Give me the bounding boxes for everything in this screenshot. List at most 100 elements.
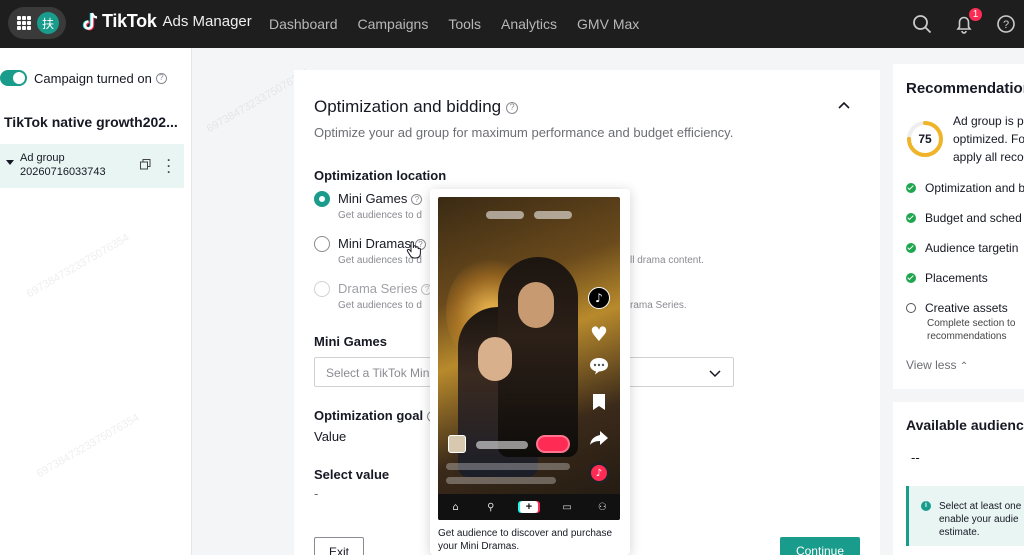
nav-gmv-max[interactable]: GMV Max	[577, 16, 639, 32]
preview-text-pill	[446, 463, 570, 470]
more-options-icon[interactable]: · · ·	[167, 154, 171, 178]
nav-tools[interactable]: Tools	[448, 16, 481, 32]
check-circle-icon	[906, 273, 916, 283]
check-circle-icon	[906, 243, 916, 253]
optimization-goal-label: Optimization goal?	[314, 408, 439, 423]
help-icon[interactable]: ?	[506, 101, 519, 114]
recommendation-panel: Recommendation 75 Ad group is p optimize…	[893, 64, 1024, 389]
help-icon[interactable]: ?	[411, 194, 423, 206]
adgroup-item[interactable]: Ad group 20260716033743 · · ·	[0, 144, 184, 188]
chevron-up-icon[interactable]	[838, 100, 850, 112]
select-value-value: -	[314, 486, 319, 501]
audience-info-text: Select at least one enable your audie es…	[939, 501, 1022, 538]
preview-cta-pill	[536, 435, 570, 453]
option-description-tail: rama Series.	[630, 300, 687, 311]
optimization-location-label: Optimization location	[314, 168, 447, 183]
rec-item-placements[interactable]: Placements	[906, 271, 988, 285]
copy-icon[interactable]	[140, 159, 151, 170]
continue-button[interactable]: Continue	[780, 537, 860, 555]
app-switcher-button[interactable]: 扶	[8, 7, 66, 39]
view-less-link[interactable]: View less ⌃	[906, 358, 968, 372]
campaign-status-row: Campaign turned on ?	[0, 70, 167, 86]
bookmark-icon	[588, 391, 610, 413]
audience-info-banner: i Select at least one enable your audie …	[906, 486, 1024, 546]
brand-name: TikTok	[102, 11, 157, 31]
help-icon[interactable]: ?	[996, 14, 1016, 34]
phone-bottom-nav: ⌂ ⚲ + ▭ ⚇	[438, 494, 620, 520]
score-value: 75	[918, 132, 932, 146]
caret-down-icon[interactable]	[6, 160, 14, 165]
inbox-icon: ▭	[562, 501, 572, 513]
optimization-goal-value: Value	[314, 429, 347, 444]
option-description: Get audiences to d	[338, 300, 422, 311]
section-title: Optimization and bidding?	[314, 97, 519, 117]
check-circle-icon	[906, 183, 916, 193]
svg-text:?: ?	[1003, 19, 1009, 31]
hand-cursor-icon	[406, 241, 421, 259]
help-icon[interactable]: ?	[155, 72, 167, 84]
section-title-text: Optimization and bidding	[314, 97, 502, 116]
check-circle-icon	[906, 213, 916, 223]
radio-drama-series[interactable]	[314, 281, 330, 297]
section-description: Optimize your ad group for maximum perfo…	[314, 125, 734, 140]
heart-icon: ♥	[590, 322, 608, 346]
top-navigation-bar: 扶 TikTok Ads Manager Dashboard Campaigns…	[0, 0, 1024, 48]
preview-face-left	[478, 337, 512, 381]
create-icon: +	[519, 501, 538, 513]
brand-subtitle: Ads Manager	[162, 13, 252, 30]
radio-mini-dramas[interactable]	[314, 236, 330, 252]
option-label: Mini Games?	[338, 191, 423, 206]
rec-item-creative[interactable]: Creative assets	[906, 301, 1008, 315]
preview-caption: Get audience to discover and purchase yo…	[438, 528, 612, 552]
preview-top-pill	[534, 211, 572, 219]
preview-face-right	[518, 282, 554, 328]
grid-menu-icon	[17, 16, 31, 30]
recommendation-title: Recommendation	[906, 80, 1024, 97]
tiktok-ads-manager-logo[interactable]: TikTok Ads Manager	[82, 11, 252, 32]
notifications-button[interactable]: 1	[954, 8, 982, 34]
exit-button[interactable]: Exit	[314, 537, 364, 555]
info-icon: i	[921, 501, 931, 511]
nav-analytics[interactable]: Analytics	[501, 16, 557, 32]
nav-campaigns[interactable]: Campaigns	[358, 16, 429, 32]
campaign-toggle[interactable]	[0, 70, 27, 86]
main-nav: Dashboard Campaigns Tools Analytics GMV …	[269, 0, 659, 48]
empty-circle-icon	[906, 303, 916, 313]
chevron-down-icon	[709, 370, 721, 378]
option-description-tail: ll drama content.	[630, 255, 704, 266]
option-description: Get audiences to d	[338, 210, 422, 221]
comment-icon	[588, 355, 610, 377]
ad-preview-popover: ♪ ♥ ♪ ⌂ ⚲ + ▭ ⚇ Get audience to discover…	[430, 189, 630, 555]
recommendation-description: Ad group is p optimized. Fo apply all re…	[953, 114, 1024, 164]
search-icon: ⚲	[487, 501, 495, 513]
available-audience-panel: Available audience -- i Select at least …	[893, 402, 1024, 555]
profile-icon: ⚇	[597, 501, 607, 513]
rec-item-audience[interactable]: Audience targetin	[906, 241, 1018, 255]
music-disc-icon: ♪	[588, 462, 610, 484]
preview-top-pill	[486, 211, 524, 219]
campaign-sidebar: Campaign turned on ? TikTok native growt…	[0, 48, 192, 555]
select-placeholder: Select a TikTok Min	[326, 366, 430, 380]
rec-item-creative-sub: Complete section to recommendations	[927, 318, 1016, 342]
share-icon	[588, 427, 610, 449]
rec-item-budget[interactable]: Budget and sched	[906, 211, 1022, 225]
creator-avatar	[448, 435, 466, 453]
campaign-toggle-label: Campaign turned on	[34, 70, 152, 86]
nav-dashboard[interactable]: Dashboard	[269, 16, 338, 32]
rec-item-optimization[interactable]: Optimization and b	[906, 181, 1024, 195]
campaign-name[interactable]: TikTok native growth202...	[4, 114, 178, 130]
top-actions: 1 ?	[890, 0, 1024, 48]
radio-mini-games[interactable]	[314, 191, 330, 207]
account-avatar[interactable]: 扶	[37, 12, 59, 34]
option-label: Drama Series?	[338, 281, 433, 296]
available-audience-title: Available audience	[906, 417, 1024, 433]
select-value-label: Select value	[314, 467, 390, 482]
audience-value: --	[911, 450, 920, 465]
preview-text-pill	[446, 477, 556, 484]
search-icon[interactable]	[912, 14, 932, 34]
tiktok-logo-icon	[82, 12, 98, 30]
adgroup-name: Ad group 20260716033743	[20, 152, 106, 178]
notification-badge: 1	[969, 8, 982, 21]
mini-games-label: Mini Games	[314, 334, 387, 349]
tiktok-profile-icon: ♪	[588, 287, 610, 309]
